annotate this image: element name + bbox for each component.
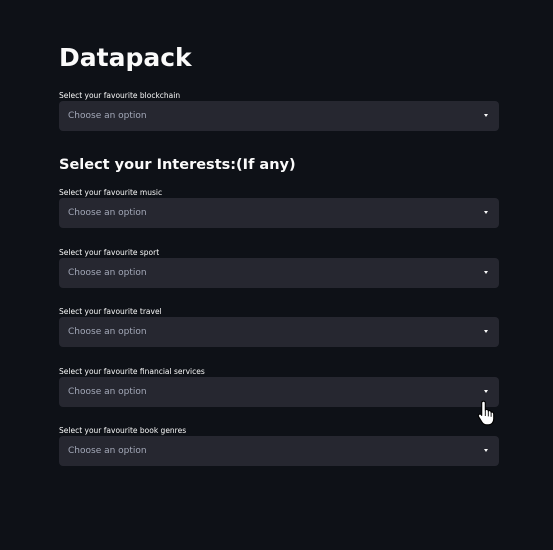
- blockchain-label: Select your favourite blockchain: [59, 91, 181, 100]
- music-select[interactable]: Choose an option: [59, 198, 499, 228]
- blockchain-select-value: Choose an option: [68, 111, 147, 121]
- sport-label: Select your favourite sport: [59, 248, 160, 257]
- book-genres-field: Select your favourite book genres Choose…: [59, 425, 499, 466]
- music-select-value: Choose an option: [68, 208, 147, 218]
- blockchain-select[interactable]: Choose an option: [59, 101, 499, 131]
- page-title: Datapack: [59, 43, 192, 72]
- chevron-down-icon: [484, 114, 488, 117]
- travel-label: Select your favourite travel: [59, 307, 162, 316]
- hand-pointer-icon: [477, 400, 495, 426]
- book-genres-label: Select your favourite book genres: [59, 426, 187, 435]
- financial-services-field: Select your favourite financial services…: [59, 366, 499, 407]
- book-genres-select[interactable]: Choose an option: [59, 436, 499, 466]
- music-field: Select your favourite music Choose an op…: [59, 187, 499, 228]
- travel-field: Select your favourite travel Choose an o…: [59, 306, 499, 347]
- sport-select[interactable]: Choose an option: [59, 258, 499, 288]
- interests-heading: Select your Interests:(If any): [59, 157, 296, 173]
- sport-select-value: Choose an option: [68, 268, 147, 278]
- chevron-down-icon: [484, 390, 488, 393]
- sport-field: Select your favourite sport Choose an op…: [59, 247, 499, 288]
- chevron-down-icon: [484, 449, 488, 452]
- chevron-down-icon: [484, 271, 488, 274]
- blockchain-field: Select your favourite blockchain Choose …: [59, 90, 499, 131]
- chevron-down-icon: [484, 330, 488, 333]
- financial-services-select[interactable]: Choose an option: [59, 377, 499, 407]
- travel-select[interactable]: Choose an option: [59, 317, 499, 347]
- book-genres-select-value: Choose an option: [68, 446, 147, 456]
- financial-services-select-value: Choose an option: [68, 387, 147, 397]
- travel-select-value: Choose an option: [68, 327, 147, 337]
- chevron-down-icon: [484, 211, 488, 214]
- music-label: Select your favourite music: [59, 188, 163, 197]
- financial-services-label: Select your favourite financial services: [59, 367, 205, 376]
